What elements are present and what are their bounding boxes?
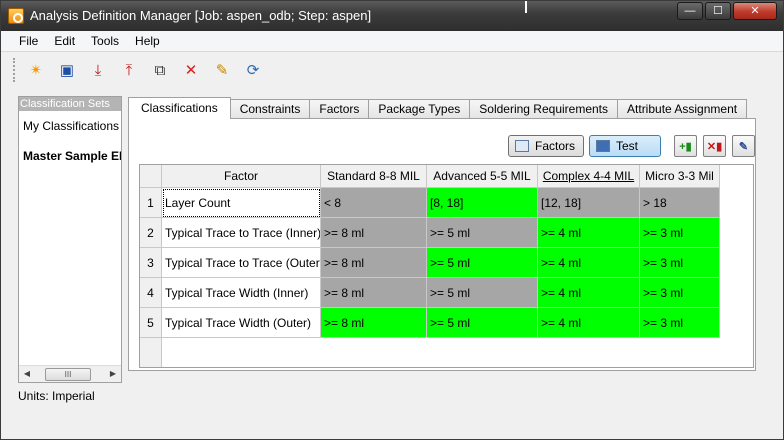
tab-bar: Classifications Constraints Factors Package… [128,97,748,119]
edit-icon[interactable]: ✎ [210,58,234,82]
factor-cell[interactable]: Typical Trace to Trace (Inner) [162,218,321,248]
value-cell[interactable]: [8, 18] [427,188,538,218]
menu-help[interactable]: Help [127,34,168,48]
value-cell[interactable]: >= 3 ml [640,308,720,338]
value-cell[interactable]: >= 3 ml [640,248,720,278]
value-cell[interactable]: >= 5 ml [427,218,538,248]
tab-soldering-requirements[interactable]: Soldering Requirements [469,99,619,119]
value-cell[interactable]: >= 3 ml [640,218,720,248]
delete-icon[interactable]: ✕ [179,58,203,82]
import-icon[interactable]: ⤒ [117,58,141,82]
value-cell[interactable]: >= 4 ml [538,248,640,278]
test-icon [596,140,610,152]
value-cell[interactable]: >= 8 ml [321,248,427,278]
factor-cell[interactable]: Typical Trace Width (Inner) [162,278,321,308]
panel-title: Classification Sets [19,97,121,111]
edit-column-icon[interactable]: ✎ [732,135,755,157]
row-header[interactable]: 2 [140,218,162,248]
sidebar-item-my-classifications[interactable]: My Classifications [19,111,121,141]
tab-constraints[interactable]: Constraints [229,99,311,119]
value-cell[interactable]: < 8 [321,188,427,218]
test-button-label: Test [616,139,639,153]
classification-grid: Factor Standard 8-8 MIL Advanced 5-5 MIL Co… [139,164,754,368]
factor-cell[interactable]: Typical Trace to Trace (Outer) [162,248,321,278]
column-header[interactable]: Standard 8-8 MIL [321,165,427,188]
menu-tools[interactable]: Tools [83,34,127,48]
grid-corner[interactable] [140,165,162,188]
tab-attribute-assignment[interactable]: Attribute Assignment [617,99,748,119]
value-cell[interactable]: [12, 18] [538,188,640,218]
title-bar[interactable]: Analysis Definition Manager [Job: aspen_… [1,1,783,31]
classifications-tab-panel: Factors Test +▮ ✕▮ ✎ Factor Standard 8-8 … [128,118,756,371]
column-header[interactable]: Advanced 5-5 MIL [427,165,538,188]
factors-icon [515,140,529,152]
refresh-icon[interactable]: ⟳ [241,58,265,82]
app-window: Analysis Definition Manager [Job: aspen_… [0,0,784,440]
new-icon[interactable]: ✴ [24,58,48,82]
window-controls: — ☐ ✕ [677,2,777,20]
save-icon[interactable]: ▣ [55,58,79,82]
export-icon[interactable]: ⤓ [86,58,110,82]
maximize-button[interactable]: ☐ [705,2,731,20]
app-icon [8,8,24,24]
row-header[interactable]: 5 [140,308,162,338]
row-header[interactable]: 1 [140,188,162,218]
menu-edit[interactable]: Edit [46,34,83,48]
column-header[interactable]: Micro 3-3 Mil [640,165,720,188]
value-cell[interactable]: >= 8 ml [321,308,427,338]
mouse-cursor-icon [525,1,527,13]
scroll-right-icon[interactable]: ▶ [105,366,121,382]
scroll-thumb[interactable]: III [45,367,91,381]
close-button[interactable]: ✕ [733,2,777,20]
value-cell[interactable]: >= 5 ml [427,308,538,338]
row-header[interactable]: 4 [140,278,162,308]
units-label: Units: Imperial [18,389,95,403]
copy-icon[interactable]: ⧉ [148,58,172,82]
column-header[interactable]: Complex 4-4 MIL [538,165,640,188]
scroll-left-icon[interactable]: ◀ [19,366,35,382]
value-cell[interactable]: >= 8 ml [321,218,427,248]
value-cell[interactable]: >= 4 ml [538,218,640,248]
add-column-icon[interactable]: +▮ [674,135,697,157]
column-header[interactable]: Factor [162,165,321,188]
value-cell[interactable]: >= 5 ml [427,278,538,308]
test-button[interactable]: Test [589,135,661,157]
toolbar: ✴ ▣ ⤓ ⤒ ⧉ ✕ ✎ ⟳ [1,52,783,88]
menu-bar: File Edit Tools Help [1,31,783,52]
row-header-empty[interactable] [140,338,162,367]
value-cell[interactable]: > 18 [640,188,720,218]
tab-classifications[interactable]: Classifications [128,97,231,119]
delete-column-icon[interactable]: ✕▮ [703,135,726,157]
factors-button[interactable]: Factors [508,135,585,157]
factor-cell[interactable]: Layer Count [162,188,321,218]
value-cell[interactable]: >= 4 ml [538,308,640,338]
horizontal-scrollbar[interactable]: ◀ III ▶ [19,365,121,382]
value-cell[interactable]: >= 4 ml [538,278,640,308]
value-cell[interactable]: >= 8 ml [321,278,427,308]
toolbar-grip[interactable] [13,58,16,82]
classification-sets-panel: Classification Sets My Classifications M… [18,96,122,383]
value-cell[interactable]: >= 3 ml [640,278,720,308]
menu-file[interactable]: File [11,34,46,48]
sidebar-item-master-sample[interactable]: Master Sample ED [19,141,121,171]
factors-button-label: Factors [535,139,576,153]
tab-package-types[interactable]: Package Types [368,99,471,119]
window-title: Analysis Definition Manager [Job: aspen_… [30,8,372,23]
factor-cell[interactable]: Typical Trace Width (Outer) [162,308,321,338]
row-header[interactable]: 3 [140,248,162,278]
value-cell[interactable]: >= 5 ml [427,248,538,278]
minimize-button[interactable]: — [677,2,703,20]
tab-factors[interactable]: Factors [309,99,370,119]
